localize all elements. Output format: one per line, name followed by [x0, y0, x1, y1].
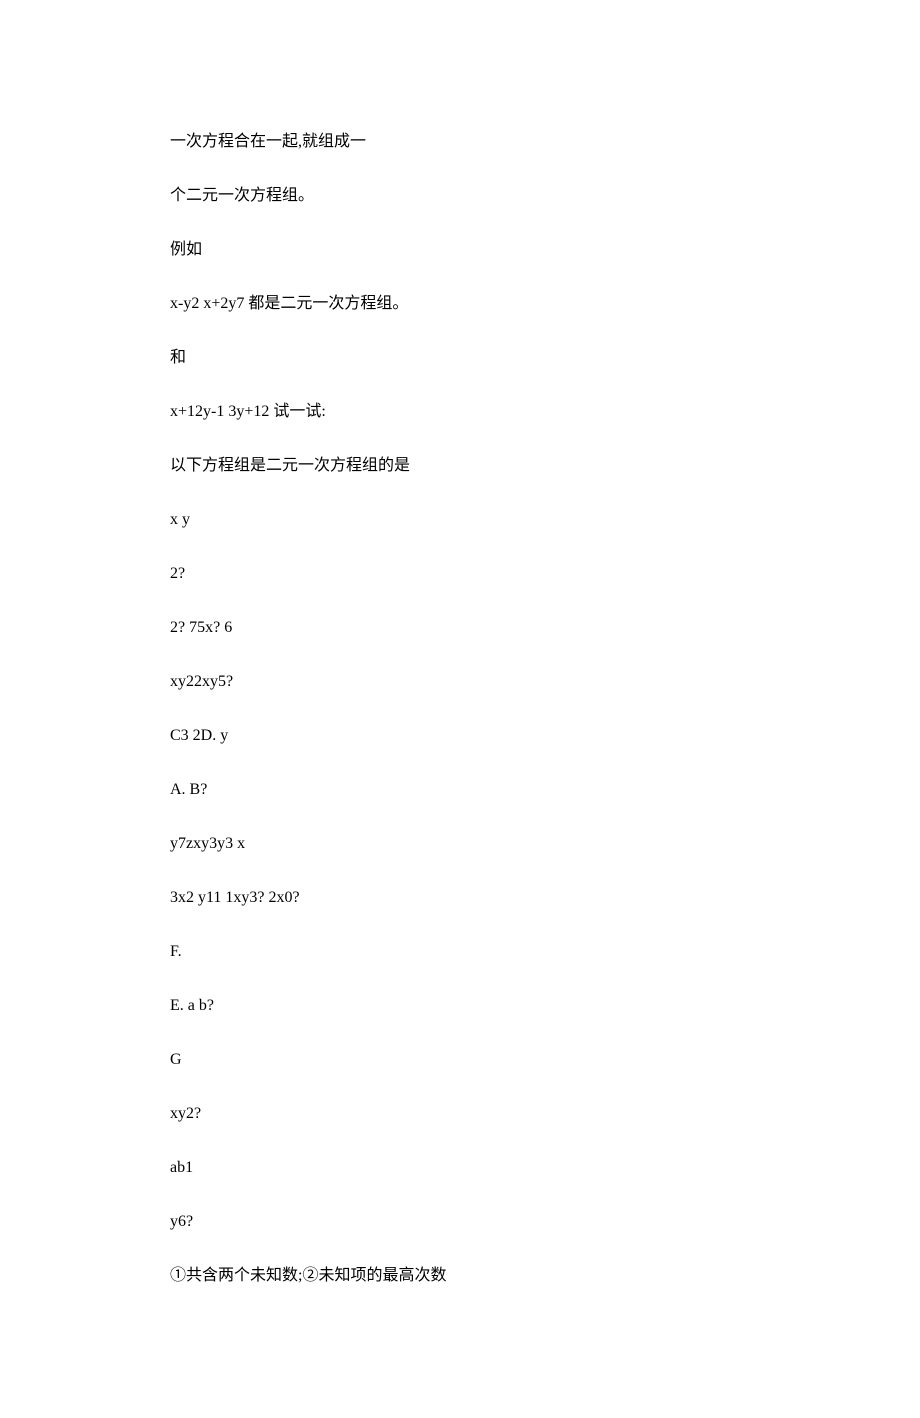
text-line: E. a b?: [170, 994, 750, 1018]
text-line: xy22xy5?: [170, 670, 750, 694]
text-line: x+12y-1 3y+12 试一试:: [170, 400, 750, 424]
text-line: 2?: [170, 562, 750, 586]
text-line: 2? 75x? 6: [170, 616, 750, 640]
text-line: x-y2 x+2y7 都是二元一次方程组。: [170, 292, 750, 316]
text-line: C3 2D. y: [170, 724, 750, 748]
text-line: xy2?: [170, 1102, 750, 1126]
text-line: F.: [170, 940, 750, 964]
text-line: 以下方程组是二元一次方程组的是: [170, 454, 750, 478]
text-line: 例如: [170, 238, 750, 262]
text-line: ①共含两个未知数;②未知项的最高次数: [170, 1264, 750, 1288]
text-line: 3x2 y11 1xy3? 2x0?: [170, 886, 750, 910]
text-line: x y: [170, 508, 750, 532]
text-line: 一次方程合在一起,就组成一: [170, 130, 750, 154]
text-line: y6?: [170, 1210, 750, 1234]
text-line: y7zxy3y3 x: [170, 832, 750, 856]
document-page: 一次方程合在一起,就组成一 个二元一次方程组。 例如 x-y2 x+2y7 都是…: [0, 0, 920, 1418]
text-line: G: [170, 1048, 750, 1072]
text-line: 个二元一次方程组。: [170, 184, 750, 208]
text-line: ab1: [170, 1156, 750, 1180]
text-line: 和: [170, 346, 750, 370]
text-line: A. B?: [170, 778, 750, 802]
